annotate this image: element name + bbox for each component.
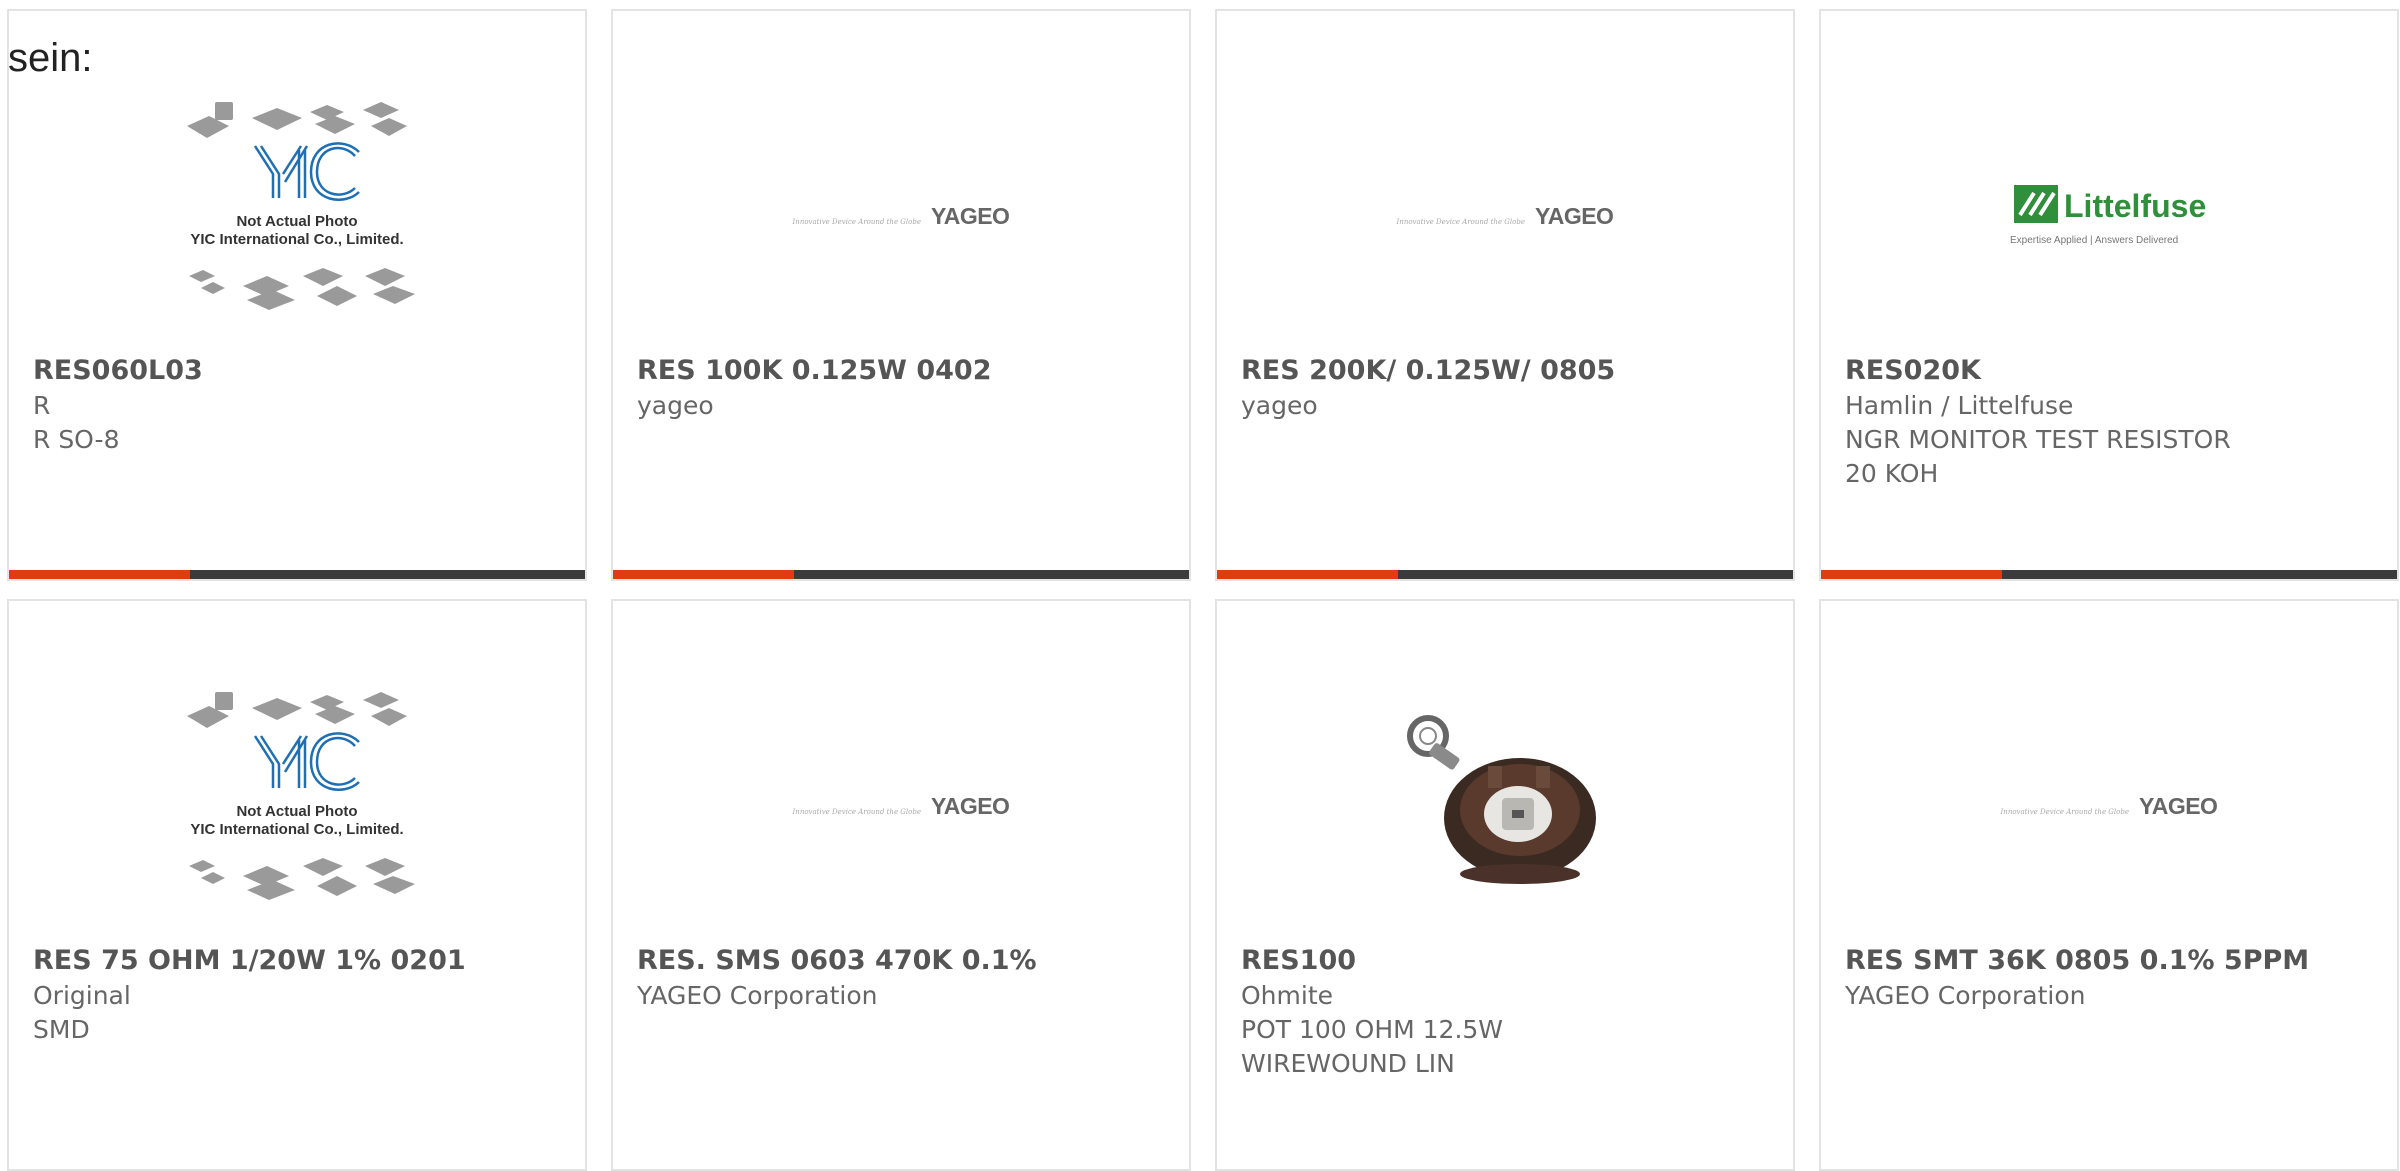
product-image[interactable]: Innovative Device Around the Globe YAGEO — [613, 81, 1189, 351]
product-detail: WIREWOUND LIN — [1241, 1049, 1455, 1078]
card-accent-bar — [1821, 570, 2397, 579]
svg-text:Expertise Applied | Answers De: Expertise Applied | Answers Delivered — [2010, 235, 2178, 246]
potentiometer-photo — [1407, 715, 1596, 884]
yic-placeholder-image: Not Actual Photo YIC International Co., … — [187, 102, 415, 310]
yageo-logo: Innovative Device Around the Globe YAGEO — [793, 793, 1010, 820]
product-name[interactable]: RES 75 OHM 1/20W 1% 0201 — [33, 943, 569, 979]
svg-text:Littelfuse: Littelfuse — [2064, 188, 2206, 224]
card-accent-bar — [9, 570, 585, 579]
svg-text:Not Actual Photo: Not Actual Photo — [236, 213, 357, 230]
yageo-logo-tagline: Innovative Device Around the Globe — [792, 807, 921, 816]
yageo-logo-word: YAGEO — [1534, 202, 1614, 229]
product-image[interactable]: Innovative Device Around the Globe YAGEO — [1821, 671, 2397, 941]
product-name[interactable]: RES 100K 0.125W 0402 — [637, 353, 1173, 389]
lead-text: sein: — [8, 36, 93, 80]
yageo-logo-tagline: Innovative Device Around the Globe — [792, 217, 921, 226]
product-detail: YAGEO Corporation — [637, 981, 878, 1010]
yageo-logo: Innovative Device Around the Globe YAGEO — [2001, 793, 2218, 820]
card-accent-bar — [613, 570, 1189, 579]
svg-text:YIC International Co., Limited: YIC International Co., Limited. — [190, 231, 403, 248]
product-card[interactable]: Not Actual Photo YIC International Co., … — [7, 9, 587, 581]
product-image[interactable] — [1217, 671, 1793, 941]
product-detail: yageo — [637, 391, 714, 420]
yageo-logo-word: YAGEO — [930, 792, 1010, 819]
product-card[interactable]: Littelfuse Expertise Applied | Answers D… — [1819, 9, 2399, 581]
product-card[interactable]: Innovative Device Around the Globe YAGEO… — [611, 599, 1191, 1171]
yageo-logo-tagline: Innovative Device Around the Globe — [2000, 807, 2129, 816]
product-card[interactable]: RES100 Ohmite POT 100 OHM 12.5W WIREWOUN… — [1215, 599, 1795, 1171]
card-accent-bar — [1217, 570, 1793, 579]
product-name[interactable]: RES 200K/ 0.125W/ 0805 — [1241, 353, 1777, 389]
product-detail: yageo — [1241, 391, 1318, 420]
product-detail: Original — [33, 981, 131, 1010]
product-name[interactable]: RES100 — [1241, 943, 1777, 979]
product-card[interactable]: Innovative Device Around the Globe YAGEO… — [1819, 599, 2399, 1171]
product-detail: Ohmite — [1241, 981, 1334, 1010]
product-name[interactable]: RES060L03 — [33, 353, 569, 389]
product-detail: POT 100 OHM 12.5W — [1241, 1015, 1504, 1044]
yageo-logo-tagline: Innovative Device Around the Globe — [1396, 217, 1525, 226]
product-name[interactable]: RES020K — [1845, 353, 2381, 389]
product-card[interactable]: Not Actual Photo YIC International Co., … — [7, 599, 587, 1171]
product-detail: YAGEO Corporation — [1845, 981, 2086, 1010]
yageo-logo: Innovative Device Around the Globe YAGEO — [793, 203, 1010, 230]
product-name[interactable]: RES. SMS 0603 470K 0.1% — [637, 943, 1173, 979]
product-detail: 20 KOH — [1845, 459, 1939, 488]
product-grid: Not Actual Photo YIC International Co., … — [7, 9, 2400, 1171]
product-image[interactable]: Littelfuse Expertise Applied | Answers D… — [1821, 81, 2397, 351]
product-name[interactable]: RES SMT 36K 0805 0.1% 5PPM — [1845, 943, 2381, 979]
yageo-logo-word: YAGEO — [930, 202, 1010, 229]
product-detail: SMD — [33, 1015, 90, 1044]
product-card[interactable]: Innovative Device Around the Globe YAGEO… — [1215, 9, 1795, 581]
product-detail: R SO-8 — [33, 425, 120, 454]
product-detail: R — [33, 391, 51, 420]
svg-text:Not Actual Photo: Not Actual Photo — [236, 803, 357, 820]
yageo-logo-word: YAGEO — [2138, 792, 2218, 819]
product-image[interactable]: Innovative Device Around the Globe YAGEO — [613, 671, 1189, 941]
product-image[interactable]: Not Actual Photo YIC International Co., … — [9, 81, 585, 351]
product-card[interactable]: Innovative Device Around the Globe YAGEO… — [611, 9, 1191, 581]
product-image[interactable]: Innovative Device Around the Globe YAGEO — [1217, 81, 1793, 351]
yic-placeholder-image: Not Actual Photo YIC International Co., … — [187, 692, 415, 900]
product-detail: NGR MONITOR TEST RESISTOR — [1845, 425, 2231, 454]
product-detail: Hamlin / Littelfuse — [1845, 391, 2074, 420]
littelfuse-logo: Littelfuse Expertise Applied | Answers D… — [2010, 185, 2206, 246]
svg-text:YIC International Co., Limited: YIC International Co., Limited. — [190, 821, 403, 838]
product-image[interactable]: Not Actual Photo YIC International Co., … — [9, 671, 585, 941]
yageo-logo: Innovative Device Around the Globe YAGEO — [1397, 203, 1614, 230]
